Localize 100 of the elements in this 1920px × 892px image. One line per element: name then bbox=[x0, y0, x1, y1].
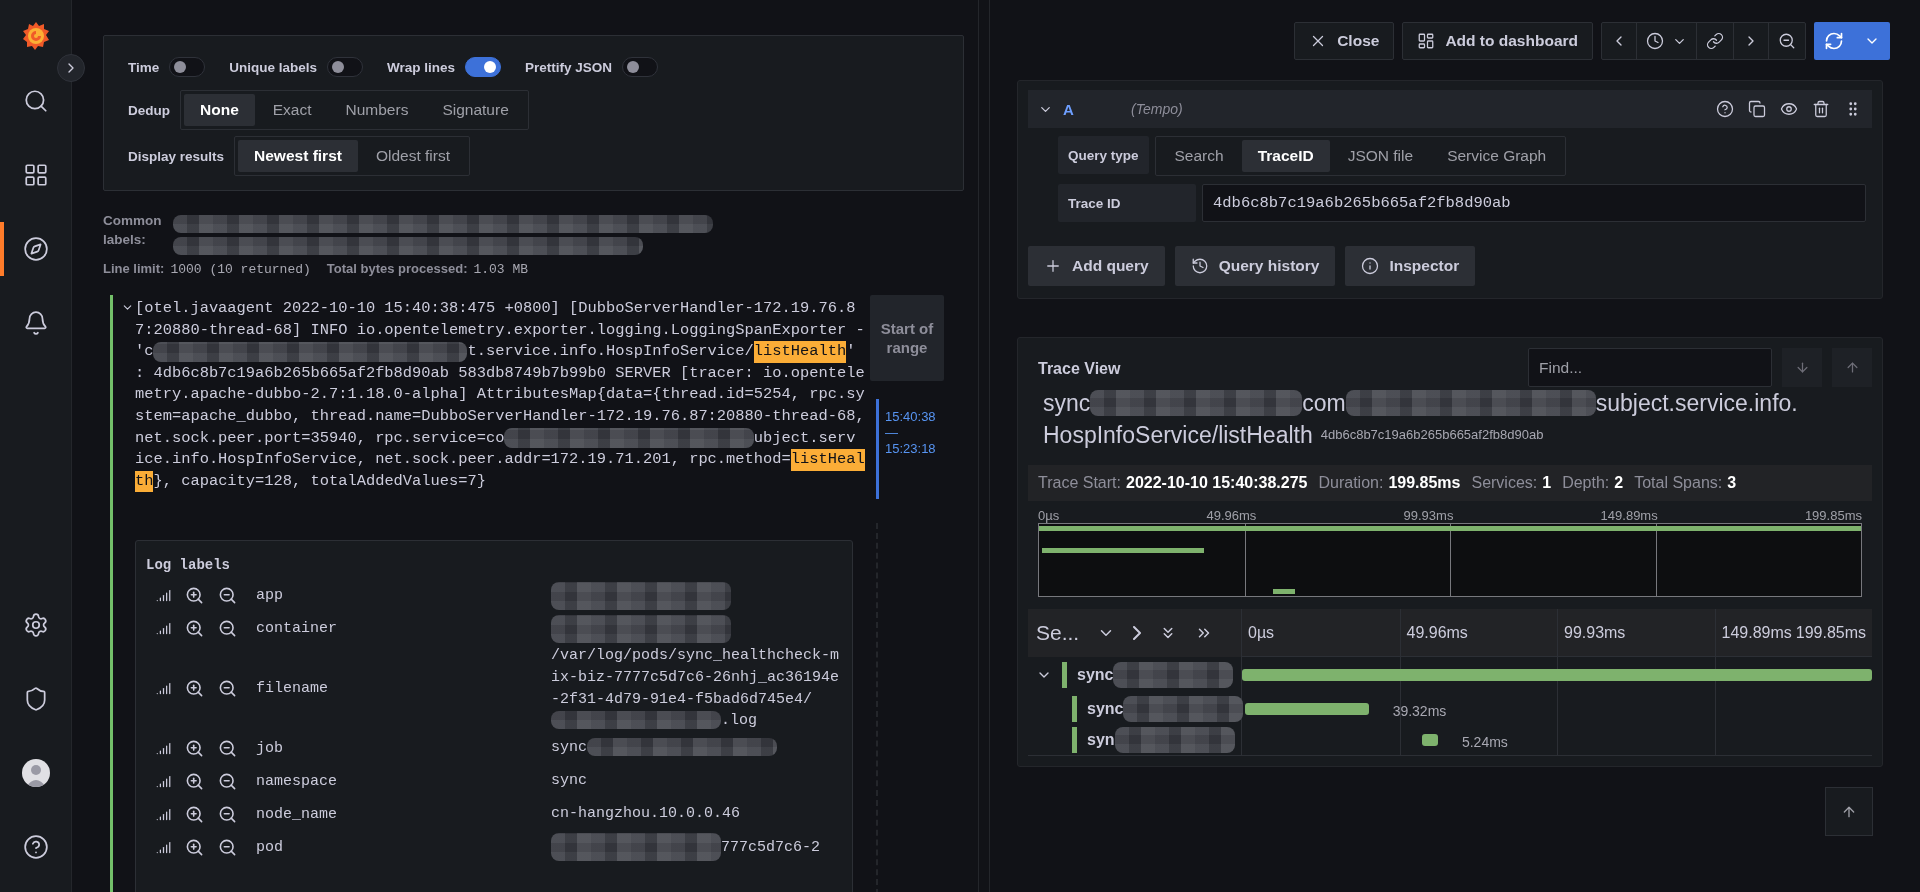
toggle-switch[interactable] bbox=[327, 57, 364, 77]
zoom-in-icon bbox=[185, 771, 204, 791]
expand-one-button[interactable] bbox=[1133, 626, 1142, 640]
label-name: job bbox=[256, 739, 284, 757]
summary-value: 2022-10-10 15:40:38.275 bbox=[1126, 474, 1308, 492]
logo-icon[interactable] bbox=[20, 20, 51, 52]
eye-button[interactable] bbox=[1780, 100, 1798, 118]
span-duration: 39.32ms bbox=[1392, 702, 1447, 719]
info-button[interactable]: Inspector bbox=[1345, 246, 1476, 286]
copy-button[interactable] bbox=[1748, 100, 1766, 118]
filter-for-button[interactable] bbox=[185, 679, 204, 699]
tick-label: 199.85ms bbox=[1795, 623, 1867, 642]
filter-for-button[interactable] bbox=[185, 837, 204, 857]
trace-id-field[interactable]: 4db6c8b7c19a6b265b665af2fb8d90ab bbox=[1202, 184, 1866, 222]
bar-chart-icon bbox=[156, 588, 171, 604]
span-bar[interactable] bbox=[1421, 733, 1438, 746]
radio-option[interactable]: Exact bbox=[256, 94, 328, 126]
log-text: ubject.serv bbox=[753, 427, 856, 449]
expand-button[interactable] bbox=[57, 54, 85, 82]
filter-out-button[interactable] bbox=[218, 804, 237, 824]
span-name[interactable]: sync bbox=[1087, 699, 1124, 718]
chevron-right-icon bbox=[1133, 626, 1142, 640]
trace-title: HospInfoService/listHealth bbox=[1043, 421, 1313, 450]
label-name: namespace bbox=[256, 772, 338, 790]
summary-label: Trace Start: bbox=[1038, 474, 1121, 492]
summary-value: 3 bbox=[1727, 474, 1737, 492]
trace-title: com bbox=[1302, 389, 1346, 418]
stats-button[interactable] bbox=[156, 839, 171, 855]
toggle-switch[interactable] bbox=[169, 57, 206, 77]
span-name[interactable]: syn bbox=[1087, 730, 1115, 749]
add-to-dashboard-button[interactable]: Add to dashboard bbox=[1402, 22, 1593, 60]
radio-option[interactable]: Search bbox=[1158, 140, 1240, 172]
zoom-out-icon bbox=[218, 771, 237, 791]
filter-out-button[interactable] bbox=[218, 837, 237, 857]
filter-out-button[interactable] bbox=[218, 586, 237, 606]
filter-for-button[interactable] bbox=[185, 738, 204, 758]
radio-option[interactable]: Oldest first bbox=[359, 140, 466, 172]
stats-button[interactable] bbox=[156, 588, 171, 604]
range-start: 15:40:38 bbox=[885, 409, 936, 424]
help-button[interactable] bbox=[1716, 100, 1734, 118]
filter-for-button[interactable] bbox=[185, 586, 204, 606]
radio-option[interactable]: Service Graph bbox=[1431, 140, 1563, 172]
stats-button[interactable] bbox=[156, 621, 171, 637]
trash-icon bbox=[1812, 100, 1830, 118]
radio-option[interactable]: Newest first bbox=[238, 140, 358, 172]
summary-value: 199.85ms bbox=[1388, 474, 1461, 492]
stats-button[interactable] bbox=[156, 773, 171, 789]
zoom-in-icon bbox=[185, 837, 204, 857]
info-icon bbox=[1361, 257, 1380, 275]
span-bar[interactable] bbox=[1244, 702, 1369, 715]
label-value: sync bbox=[551, 772, 587, 790]
tick-label: 149.89ms 199.85ms bbox=[1714, 609, 1872, 656]
search-icon bbox=[22, 88, 49, 114]
delete-button[interactable] bbox=[1812, 100, 1830, 118]
radio-option[interactable]: TraceID bbox=[1241, 140, 1330, 172]
tick-label: 99.93ms bbox=[1403, 509, 1454, 523]
filter-out-button[interactable] bbox=[218, 619, 237, 639]
common-labels-label: Common labels: bbox=[103, 212, 163, 249]
radio-option[interactable]: JSON file bbox=[1331, 140, 1430, 172]
settings-icon bbox=[22, 612, 49, 638]
filter-for-button[interactable] bbox=[185, 771, 204, 791]
grid-icon bbox=[1417, 32, 1436, 50]
help-icon bbox=[22, 834, 49, 860]
label-value: 777c5d7c6-2 bbox=[721, 839, 821, 857]
filter-for-button[interactable] bbox=[185, 804, 204, 824]
label-name: pod bbox=[256, 838, 284, 856]
span-name[interactable]: sync bbox=[1077, 666, 1114, 684]
close-button[interactable]: Close bbox=[1294, 22, 1395, 60]
column-header: Se... bbox=[1036, 621, 1080, 645]
start-of-range-button[interactable]: Start of range bbox=[870, 295, 944, 381]
filter-out-button[interactable] bbox=[218, 738, 237, 758]
stat-value: 1.03 MB bbox=[473, 262, 529, 277]
log-text: [otel.javaagent 2022-10-10 15:40:38:475 +0800] [DubboServerHandler-172.19.76.8 bbox=[135, 298, 856, 319]
add-button[interactable]: Add query bbox=[1028, 246, 1165, 286]
stats-button[interactable] bbox=[156, 740, 171, 756]
filter-out-button[interactable] bbox=[218, 771, 237, 791]
link-icon bbox=[1706, 32, 1724, 50]
find-field[interactable]: Find... bbox=[1528, 348, 1772, 387]
toggle-switch[interactable] bbox=[622, 57, 659, 77]
radio-option[interactable]: Signature bbox=[426, 94, 525, 126]
stat-label: Total bytes processed: bbox=[326, 261, 468, 276]
summary-value: 1 bbox=[1542, 474, 1552, 492]
stats-button[interactable] bbox=[156, 806, 171, 822]
toggle-label: Wrap lines bbox=[387, 59, 456, 75]
stats-button[interactable] bbox=[156, 681, 171, 697]
compass-icon bbox=[22, 236, 49, 262]
stat-label: Line limit: bbox=[103, 261, 165, 276]
history-button[interactable]: Query history bbox=[1174, 246, 1336, 286]
radio-option[interactable]: None bbox=[184, 94, 255, 126]
radio-option[interactable]: Numbers bbox=[329, 94, 425, 126]
label-value: sync bbox=[551, 739, 587, 757]
log-text: }, capacity=128, totalAddedValues=7} bbox=[153, 470, 486, 492]
zoom-in-icon bbox=[185, 619, 204, 639]
filter-out-button[interactable] bbox=[218, 679, 237, 699]
toggle-switch[interactable] bbox=[465, 57, 502, 77]
log-text: metry.apache-dubbo-2.7:1.18.0-alpha] AttributesMap{data={thread.id=5254, rpc.sy bbox=[135, 384, 865, 406]
section-title: Log labels bbox=[146, 557, 231, 574]
filter-for-button[interactable] bbox=[185, 619, 204, 639]
trace-minimap[interactable] bbox=[1038, 523, 1862, 597]
option-label: Display results bbox=[128, 148, 225, 164]
